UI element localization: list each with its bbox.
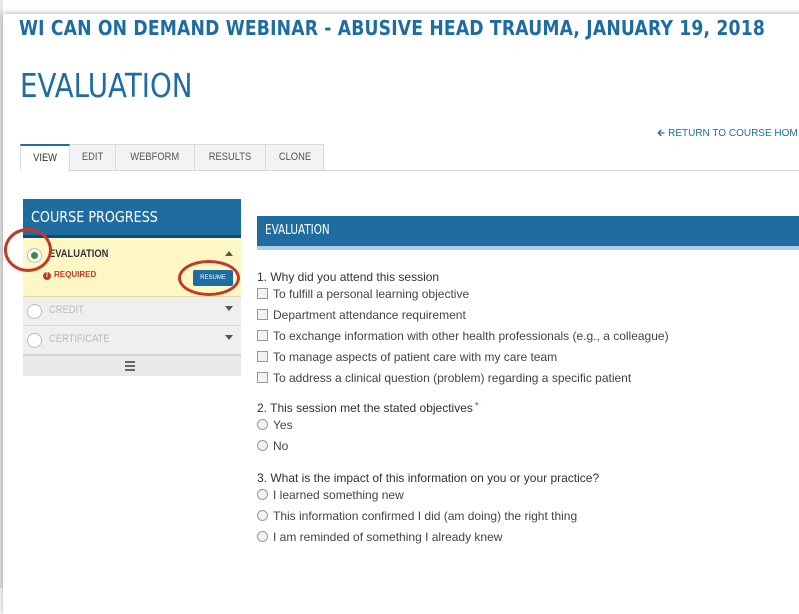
return-link-label: RETURN TO COURSE HOM	[668, 128, 798, 139]
option-checkbox[interactable]: To fulfill a personal learning objective	[257, 284, 799, 305]
required-mark: *	[474, 401, 479, 412]
annotation-circle-status	[4, 228, 52, 272]
question-2: 2. This session met the stated objective…	[257, 401, 479, 415]
arrow-left-icon: 🡰	[657, 128, 666, 139]
progress-step-certificate[interactable]: CERTIFICATE	[23, 326, 241, 355]
radio-button[interactable]	[257, 510, 268, 521]
radio-button[interactable]	[257, 440, 268, 451]
option-label: I am reminded of something I already kne…	[273, 530, 503, 544]
radio-button[interactable]	[257, 531, 268, 542]
tab-label: WEBFORM	[130, 151, 180, 163]
tab-view[interactable]: VIEW	[20, 144, 71, 171]
option-radio[interactable]: No	[257, 436, 799, 457]
tab-label: EDIT	[82, 151, 104, 163]
checkbox[interactable]	[257, 288, 268, 299]
evaluation-header: EVALUATION	[257, 216, 799, 250]
option-radio[interactable]: I am reminded of something I already kne…	[257, 527, 799, 548]
option-radio[interactable]: I learned something new	[257, 485, 799, 506]
course-progress-title: COURSE PROGRESS	[23, 199, 241, 238]
option-checkbox[interactable]: To address a clinical question (problem)…	[257, 368, 799, 389]
checkbox[interactable]	[257, 372, 268, 383]
option-radio[interactable]: This information confirmed I did (am doi…	[257, 506, 799, 527]
step-status-radio	[27, 304, 42, 319]
caret-up-icon[interactable]	[225, 251, 233, 256]
option-label: To exchange information with other healt…	[273, 329, 669, 343]
progress-menu-bar[interactable]	[23, 355, 241, 376]
option-checkbox[interactable]: To exchange information with other healt…	[257, 326, 799, 347]
annotation-circle-resume	[178, 260, 240, 296]
tab-results[interactable]: RESULTS	[194, 144, 266, 170]
exclamation-icon: !	[43, 272, 51, 280]
option-label: Department attendance requirement	[273, 308, 466, 322]
tab-label: RESULTS	[208, 151, 251, 163]
course-title: WI CAN ON DEMAND WEBINAR - ABUSIVE HEAD …	[19, 16, 765, 40]
step-name: CERTIFICATE	[49, 333, 110, 345]
tab-label: VIEW	[33, 152, 58, 164]
page-title: EVALUATION	[20, 66, 193, 105]
option-label: To manage aspects of patient care with m…	[273, 350, 558, 364]
caret-down-icon[interactable]	[225, 306, 233, 311]
option-radio[interactable]: Yes	[257, 415, 799, 436]
tab-webform[interactable]: WEBFORM	[116, 144, 195, 170]
step-name: CREDIT	[49, 304, 84, 316]
tab-edit[interactable]: EDIT	[70, 144, 117, 170]
option-label: I learned something new	[273, 488, 404, 502]
progress-step-credit[interactable]: CREDIT	[23, 297, 241, 326]
radio-button[interactable]	[257, 489, 268, 500]
hamburger-icon[interactable]	[125, 361, 135, 371]
tab-label: CLONE	[278, 151, 311, 163]
option-label: Yes	[273, 418, 293, 432]
option-checkbox[interactable]: Department attendance requirement	[257, 305, 799, 326]
tab-clone[interactable]: CLONE	[265, 144, 325, 170]
checkbox[interactable]	[257, 309, 268, 320]
option-label: No	[273, 439, 289, 453]
evaluation-form: EVALUATION 1. Why did you attend this se…	[257, 216, 799, 548]
option-checkbox[interactable]: To manage aspects of patient care with m…	[257, 347, 799, 368]
option-label: This information confirmed I did (am doi…	[273, 509, 578, 523]
return-to-course-link[interactable]: 🡰 RETURN TO COURSE HOM	[657, 126, 798, 143]
step-status-radio	[27, 333, 42, 348]
caret-down-icon[interactable]	[225, 335, 233, 340]
step-name: EVALUATION	[49, 248, 109, 260]
tab-bar: VIEW EDIT WEBFORM RESULTS CLONE	[20, 144, 799, 171]
option-label: To fulfill a personal learning objective	[273, 287, 470, 301]
checkbox[interactable]	[257, 330, 268, 341]
question-1: 1. Why did you attend this session	[257, 270, 440, 284]
required-badge: ! REQUIRED	[43, 270, 96, 280]
checkbox[interactable]	[257, 351, 268, 362]
radio-button[interactable]	[257, 419, 268, 430]
question-3: 3. What is the impact of this informatio…	[257, 471, 600, 485]
option-label: To address a clinical question (problem)…	[273, 371, 632, 385]
